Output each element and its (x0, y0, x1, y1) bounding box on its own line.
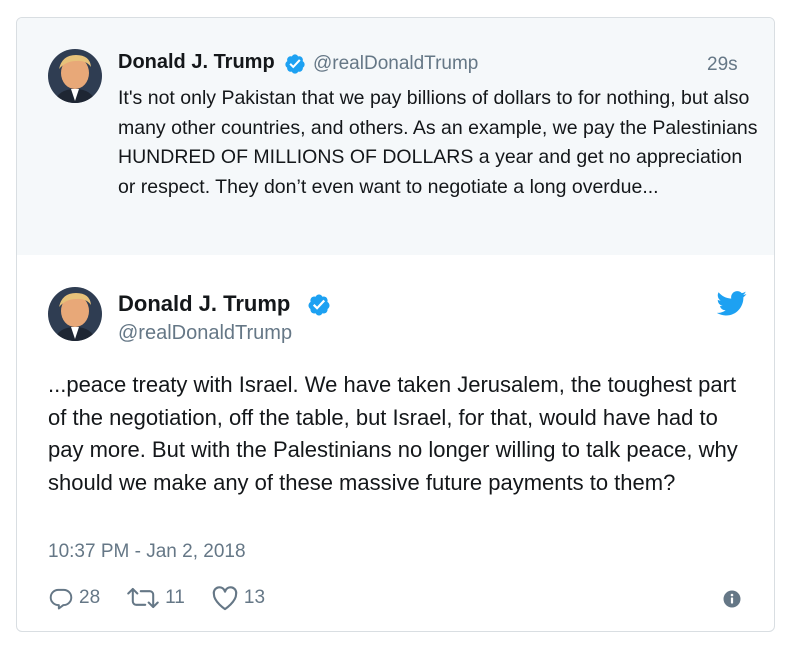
tweet-timestamp[interactable]: 10:37 PM - Jan 2, 2018 (48, 541, 246, 563)
avatar[interactable] (48, 49, 102, 103)
reply-button[interactable]: 28 (48, 585, 100, 611)
like-button[interactable]: 13 (211, 585, 265, 611)
parent-tweet-text: It's not only Pakistan that we pay billi… (118, 87, 758, 198)
author-handle[interactable]: @realDonaldTrump (313, 53, 478, 75)
embedded-tweet-card: Donald J. Trump @realDonaldTrump 29s It'… (16, 17, 775, 632)
author-name[interactable]: Donald J. Trump (118, 291, 290, 317)
verified-badge-icon (308, 294, 330, 316)
retweet-count: 11 (165, 587, 185, 608)
heart-icon (212, 586, 238, 611)
tweet-text: ...peace treaty with Israel. We have tak… (48, 372, 738, 495)
info-icon[interactable] (723, 590, 741, 608)
retweet-icon (127, 587, 159, 609)
like-count: 13 (243, 587, 266, 608)
reply-icon (49, 588, 73, 610)
reply-count: 28 (79, 587, 101, 608)
twitter-bird-icon[interactable] (717, 291, 747, 316)
parent-tweet[interactable]: Donald J. Trump @realDonaldTrump 29s It'… (17, 18, 774, 255)
author-handle[interactable]: @realDonaldTrump (118, 322, 292, 345)
tweet-actions: 28 11 13 (48, 584, 291, 612)
author-name[interactable]: Donald J. Trump (118, 51, 275, 74)
verified-badge-icon (285, 54, 305, 74)
avatar[interactable] (48, 287, 102, 341)
retweet-button[interactable]: 11 (126, 585, 185, 611)
relative-time[interactable]: 29s (707, 54, 738, 76)
